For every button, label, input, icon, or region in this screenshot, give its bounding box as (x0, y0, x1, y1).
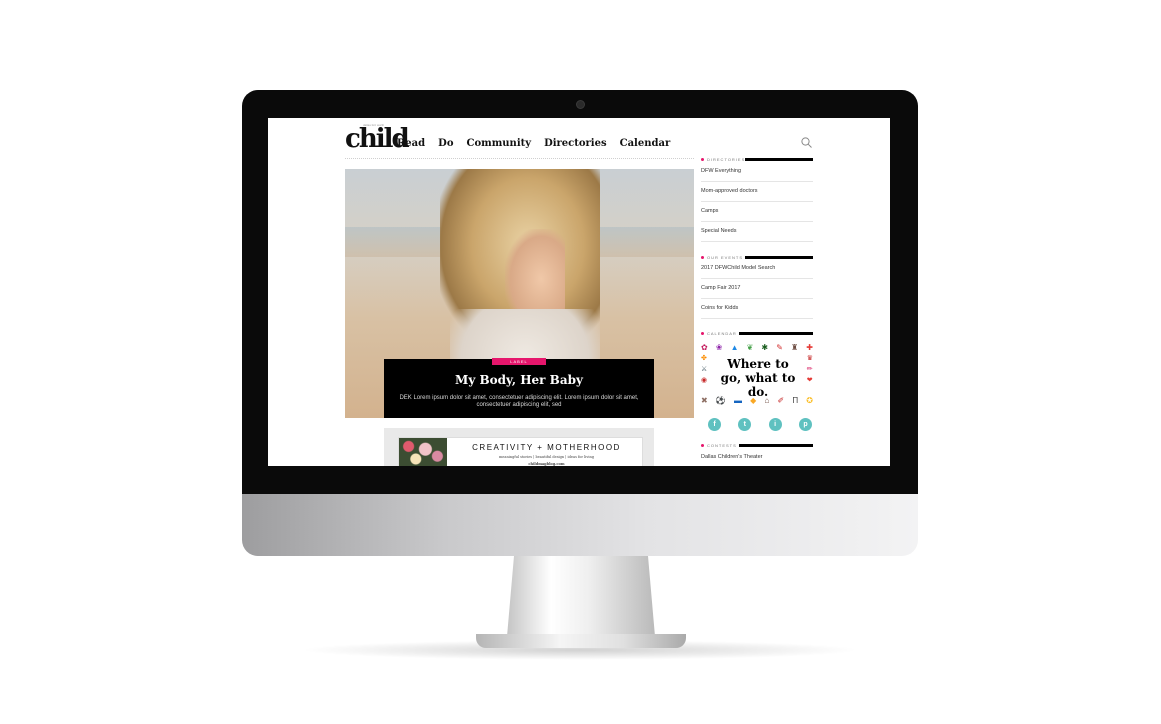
butterfly-icon: ✿ (701, 343, 708, 352)
search-icon[interactable] (801, 137, 812, 148)
hero-dek: DEK Lorem ipsum dolor sit amet, consecte… (399, 395, 639, 408)
hero-label: LABEL (492, 358, 546, 365)
bug-icon: ✱ (761, 343, 769, 352)
sidebar-link-doctors[interactable]: Mom-approved doctors (701, 182, 813, 202)
tent-icon: ▲ (730, 343, 739, 352)
sidebar-link-dfw-everything[interactable]: DFW Everything (701, 162, 813, 182)
house-icon: ⌂ (764, 396, 770, 405)
drum-icon: ◉ (701, 377, 708, 384)
ad-subtitle: meaningful stories | beautiful design | … (498, 455, 595, 459)
social-links: f t i p (708, 418, 812, 431)
candy-icon: ❤ (806, 377, 813, 384)
cross-icon: ✚ (806, 343, 813, 352)
hat-icon: ♜ (791, 343, 799, 352)
ad-inner: CREATIVITY + MOTHERHOOD meaningful stori… (398, 437, 643, 466)
star-icon: ✪ (806, 396, 813, 405)
paint-icon: ✏ (806, 366, 813, 373)
ball-icon: ⚽ (715, 396, 726, 405)
calendar-icon-row-bottom: ✖ ⚽ ▬ ◆ ⌂ ✐ Π ✪ (701, 396, 813, 405)
main-nav: Read Do Community Directories Calendar (397, 138, 670, 149)
calendar-icons-right: ♛ ✏ ❤ (807, 355, 813, 385)
pinwheel-icon: ✤ (701, 355, 707, 362)
leaf-icon: ❦ (746, 343, 754, 352)
monitor-stand-base (476, 634, 686, 648)
nav-item-community[interactable]: Community (467, 138, 532, 149)
facebook-icon[interactable]: f (708, 418, 721, 431)
sidebar-link-camp-fair[interactable]: Camp Fair 2017 (701, 279, 813, 299)
website-screen: dallas fort worth child Read Do Communit… (268, 118, 890, 466)
flower-icon: ❀ (715, 343, 723, 352)
sidebar-link-dallas-childrens-theater[interactable]: Dallas Children's Theater (701, 448, 813, 466)
site-logo[interactable]: dallas fort worth child (345, 124, 410, 153)
hero-card[interactable]: LABEL My Body, Her Baby DEK Lorem ipsum … (384, 358, 654, 418)
paintbrush-icon: ✐ (777, 396, 785, 405)
calendar-promo-text: Where to go, what to do. (720, 357, 796, 399)
ad-banner[interactable]: CREATIVITY + MOTHERHOOD meaningful stori… (384, 428, 654, 466)
pretzel-icon: ✖ (701, 396, 708, 405)
sidebar-heading-calendar: CALENDAR (701, 331, 813, 337)
instagram-icon[interactable]: i (768, 418, 782, 431)
heading-dot (701, 158, 704, 161)
sidebar-link-model-search[interactable]: 2017 DFWChild Model Search (701, 259, 813, 279)
theater-icon: ♛ (806, 355, 813, 362)
heading-bar (739, 332, 813, 335)
hero-title[interactable]: My Body, Her Baby (384, 373, 654, 387)
sword-icon: ⚔ (701, 366, 708, 373)
brush-icon: ✎ (776, 343, 783, 352)
heading-text: CALENDAR (707, 331, 737, 336)
train-icon: ▬ (733, 396, 742, 405)
ad-title: CREATIVITY + MOTHERHOOD (472, 443, 621, 452)
nav-item-calendar[interactable]: Calendar (620, 138, 671, 149)
monitor-chin (242, 494, 918, 556)
gate-icon: Π (792, 396, 799, 405)
ad-flowers-image (399, 438, 447, 466)
ad-url: childmagblog.com (528, 462, 565, 466)
nav-item-do[interactable]: Do (438, 138, 453, 149)
ticket-icon: ◆ (750, 396, 757, 405)
heading-bar (745, 158, 813, 161)
pinterest-icon[interactable]: p (798, 418, 812, 431)
sidebar-link-camps[interactable]: Camps (701, 202, 813, 222)
heading-dot (701, 444, 704, 447)
sidebar-link-special-needs[interactable]: Special Needs (701, 222, 813, 242)
camera-icon (576, 100, 585, 109)
nav-divider (345, 158, 694, 159)
heading-dot (701, 332, 704, 335)
nav-item-directories[interactable]: Directories (544, 138, 607, 149)
calendar-promo[interactable]: ✿ ❀ ▲ ❦ ✱ ✎ ♜ ✚ ✤ ⚔ ◉ ♛ ✏ ❤ Where to go,… (701, 343, 813, 406)
calendar-icon-row-top: ✿ ❀ ▲ ❦ ✱ ✎ ♜ ✚ (701, 343, 813, 352)
nav-item-read[interactable]: Read (397, 138, 425, 149)
calendar-icons-left: ✤ ⚔ ◉ (701, 355, 707, 385)
sidebar-link-coins-for-kidds[interactable]: Coins for Kidds (701, 299, 813, 319)
hero-image[interactable]: LABEL My Body, Her Baby DEK Lorem ipsum … (345, 169, 694, 418)
twitter-icon[interactable]: t (738, 418, 752, 431)
heading-bar (739, 444, 813, 447)
